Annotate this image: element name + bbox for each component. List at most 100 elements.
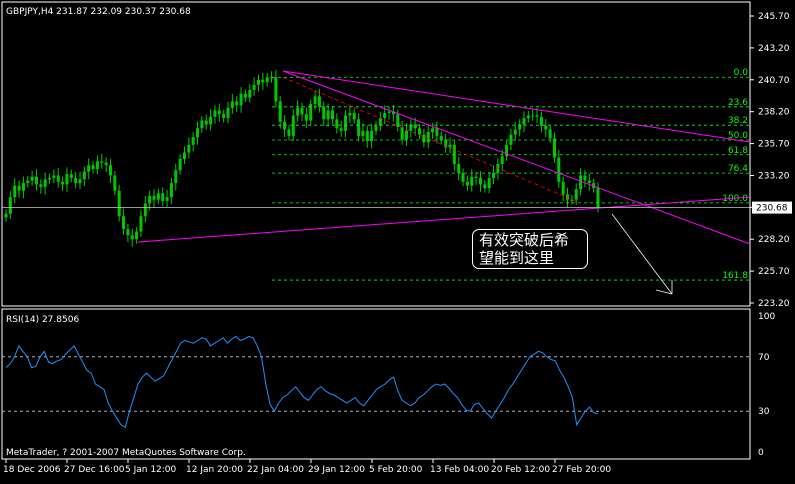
price-bar-body — [509, 134, 513, 145]
price-bar-body — [148, 195, 152, 204]
price-tick-label: 238.20 — [758, 108, 790, 118]
price-bar-body — [209, 116, 213, 125]
price-tick-label: 223.20 — [758, 299, 790, 309]
price-bar-body — [61, 181, 65, 185]
fib-level-label: 61.8 — [728, 146, 748, 156]
price-bar-body — [304, 114, 308, 121]
price-bar-body — [235, 101, 239, 106]
price-bar-body — [357, 119, 361, 136]
price-bar-body — [213, 110, 217, 117]
price-bar-body — [431, 128, 435, 133]
rsi-axis-label: 30 — [758, 407, 770, 417]
time-tick-label: 12 Jan 20:00 — [186, 465, 243, 475]
price-bar-body — [322, 106, 326, 120]
price-bar-body — [26, 180, 30, 184]
price-bar-body — [21, 183, 25, 191]
chart-window[interactable]: 0.0 23.6 38.2 50.0 61.8 76.4 100.0 161.8 245.70… — [0, 0, 795, 480]
annotation-callout[interactable]: 有效突破后希 望能到这里 — [472, 229, 588, 269]
price-bar-body — [17, 185, 21, 191]
price-bar-body — [187, 144, 191, 153]
price-bar-body — [300, 107, 304, 115]
rsi-label: RSI(14) 27.8506 — [6, 315, 79, 325]
price-bar-body — [557, 157, 561, 182]
time-tick-label: 13 Feb 04:00 — [430, 465, 489, 475]
price-bar-body — [522, 118, 526, 125]
price-bar-body — [130, 235, 134, 240]
rsi-indicator: 100 70 30 0 — [2, 312, 775, 458]
time-tick-label: 27 Feb 20:00 — [552, 465, 611, 475]
price-bar-body — [500, 156, 504, 164]
price-bar-body — [74, 177, 78, 184]
rising-trendline — [137, 196, 751, 243]
price-bar-body — [370, 130, 374, 142]
price-bar-body — [222, 114, 226, 119]
price-bar-body — [478, 177, 482, 185]
rsi-axis-label: 0 — [758, 448, 764, 458]
price-bar-body — [30, 176, 34, 181]
price-bar-body — [139, 216, 143, 232]
price-bar-body — [265, 77, 269, 83]
price-bar-body — [483, 184, 487, 189]
price-bar-body — [243, 93, 247, 98]
price-tick-label: 240.70 — [758, 76, 790, 86]
time-tick-label: 27 Dec 16:00 — [64, 465, 125, 475]
price-bar-body — [69, 174, 73, 178]
rsi-axis-label: 70 — [758, 353, 770, 363]
price-bar-body — [487, 177, 491, 189]
price-bar-body — [174, 170, 178, 184]
trendlines[interactable] — [137, 70, 751, 295]
price-bar-body — [135, 231, 139, 240]
price-bar-body — [470, 176, 474, 186]
price-bar-body — [104, 162, 108, 166]
lower-diagonal-line — [282, 70, 751, 245]
price-bar-body — [230, 101, 234, 108]
time-tick-label: 22 Jan 04:00 — [247, 465, 304, 475]
price-bar-body — [196, 128, 200, 138]
price-bar-body — [248, 89, 252, 98]
price-bar-body — [330, 110, 334, 120]
price-tick-label: 228.20 — [758, 235, 790, 245]
price-bar-body — [13, 185, 17, 198]
time-axis: 18 Dec 2006 27 Dec 16:00 5 Jan 12:00 12 Jan… — [3, 459, 611, 475]
price-bar-body — [387, 111, 391, 113]
price-bar-body — [335, 119, 339, 129]
price-bar-body — [143, 203, 147, 217]
price-bar-body — [326, 110, 330, 120]
price-bar-body — [226, 107, 230, 119]
price-bar-body — [8, 197, 12, 214]
price-bar-body — [465, 181, 469, 186]
price-bar-body — [339, 128, 343, 131]
rsi-axis-label: 100 — [758, 312, 775, 322]
annotation-line-1: 有效突破后希 — [479, 231, 570, 249]
price-bar-body — [34, 176, 38, 185]
price-bar-body — [317, 96, 321, 107]
fib-level-label: 161.8 — [722, 271, 748, 281]
time-tick-label: 20 Feb 12:00 — [491, 465, 550, 475]
price-bar-body — [91, 165, 95, 170]
price-tick-label: 245.70 — [758, 12, 790, 22]
price-bar-body — [361, 130, 365, 136]
time-tick-label: 18 Dec 2006 — [3, 465, 61, 475]
price-bar-body — [39, 184, 43, 187]
price-tick-label: 225.70 — [758, 267, 790, 277]
price-bar-body — [4, 213, 8, 218]
time-tick-label: 5 Feb 20:00 — [369, 465, 423, 475]
price-bar-body — [169, 183, 173, 198]
fib-level-label: 23.6 — [728, 98, 748, 108]
price-bar-body — [48, 177, 52, 180]
chart-canvas[interactable]: 0.023.638.250.061.876.4100.0161.8 245.70… — [0, 0, 795, 480]
price-bar-body — [65, 174, 69, 185]
price-bar-body — [513, 129, 517, 135]
price-bar-body — [52, 175, 56, 178]
price-bar-body — [448, 144, 452, 148]
price-bar-body — [579, 175, 583, 190]
price-bar-body — [574, 189, 578, 200]
price-bars — [4, 69, 600, 247]
price-bar-body — [461, 172, 465, 182]
price-bar-body — [182, 152, 186, 159]
price-bar-body — [544, 125, 548, 130]
price-bar-body — [274, 77, 278, 102]
price-tick-label: 243.20 — [758, 44, 790, 54]
price-bar-body — [43, 179, 47, 187]
price-bar-body — [165, 197, 169, 201]
